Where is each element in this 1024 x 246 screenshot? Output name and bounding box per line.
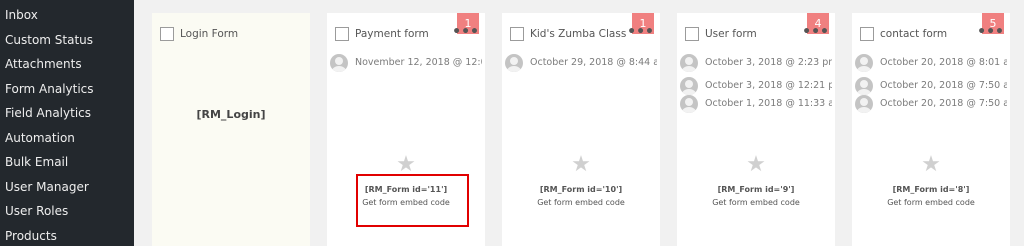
- select-checkbox[interactable]: [860, 27, 874, 41]
- card-title: User form: [705, 28, 757, 40]
- sidebar-item-user-manager[interactable]: User Manager: [0, 175, 134, 199]
- card-header: Payment form •••: [335, 24, 479, 44]
- sidebar-item-products[interactable]: Products: [0, 224, 134, 246]
- form-card-contact[interactable]: 5 contact form ••• October 20, 2018 @ 8:…: [852, 13, 1010, 246]
- avatar: [330, 54, 348, 72]
- embed-code-link[interactable]: Get form embed code: [502, 198, 660, 207]
- avatar: [855, 95, 873, 113]
- star-icon[interactable]: ★: [677, 153, 835, 177]
- submission-row[interactable]: October 3, 2018 @ 2:23 pm: [680, 54, 832, 74]
- avatar: [855, 77, 873, 95]
- form-shortcode: [RM_Form id='10']: [539, 185, 623, 194]
- submission-row[interactable]: October 20, 2018 @ 7:50 am: [855, 95, 1007, 115]
- more-options-icon[interactable]: •••: [802, 24, 829, 40]
- form-shortcode: [RM_Form id='9']: [717, 185, 795, 194]
- avatar: [505, 54, 523, 72]
- star-icon[interactable]: ★: [852, 153, 1010, 177]
- star-icon[interactable]: ★: [502, 153, 660, 177]
- submission-date: October 3, 2018 @ 2:23 pm: [705, 57, 832, 68]
- form-card-login[interactable]: Login Form [RM_Login]: [152, 13, 310, 246]
- card-header: Login Form: [160, 26, 304, 44]
- submission-date: October 20, 2018 @ 8:01 am: [880, 57, 1007, 68]
- card-title: contact form: [880, 28, 948, 40]
- card-header: contact form •••: [860, 24, 1004, 44]
- sidebar-item-automation[interactable]: Automation: [0, 126, 134, 150]
- sidebar-item-user-roles[interactable]: User Roles: [0, 199, 134, 223]
- sidebar-item-inbox[interactable]: Inbox: [0, 3, 134, 27]
- avatar: [680, 54, 698, 72]
- submission-row[interactable]: October 20, 2018 @ 8:01 am: [855, 54, 1007, 74]
- more-options-icon[interactable]: •••: [452, 24, 479, 40]
- sidebar-item-attachments[interactable]: Attachments: [0, 52, 134, 76]
- login-shortcode: [RM_Login]: [196, 108, 266, 121]
- submission-date: October 3, 2018 @ 12:21 pm: [705, 80, 832, 91]
- card-header: User form •••: [685, 24, 829, 44]
- form-shortcode: [RM_Form id='8']: [892, 185, 970, 194]
- submission-date: October 1, 2018 @ 11:33 am: [705, 98, 832, 109]
- avatar: [680, 77, 698, 95]
- submission-row[interactable]: October 20, 2018 @ 7:50 am: [855, 77, 1007, 97]
- submission-date: October 20, 2018 @ 7:50 am: [880, 80, 1007, 91]
- embed-code-link[interactable]: Get form embed code: [677, 198, 835, 207]
- avatar: [855, 54, 873, 72]
- card-title: Payment form: [355, 28, 429, 40]
- submission-row[interactable]: October 29, 2018 @ 8:44 am: [505, 54, 657, 74]
- sidebar-item-field-analytics[interactable]: Field Analytics: [0, 101, 134, 125]
- card-title: Login Form: [180, 28, 239, 40]
- submission-date: November 12, 2018 @ 12:0...: [355, 57, 482, 68]
- card-header: Kid's Zumba Class •••: [510, 24, 654, 44]
- highlight-box: [356, 174, 469, 227]
- sidebar-item-form-analytics[interactable]: Form Analytics: [0, 77, 134, 101]
- select-checkbox[interactable]: [335, 27, 349, 41]
- submission-row[interactable]: November 12, 2018 @ 12:0...: [330, 54, 482, 74]
- sidebar-item-bulk-email[interactable]: Bulk Email: [0, 150, 134, 174]
- form-card-user[interactable]: 4 User form ••• October 3, 2018 @ 2:23 p…: [677, 13, 835, 246]
- embed-code-link[interactable]: Get form embed code: [852, 198, 1010, 207]
- submission-row[interactable]: October 3, 2018 @ 12:21 pm: [680, 77, 832, 97]
- admin-sidebar: Inbox Custom Status Attachments Form Ana…: [0, 0, 134, 246]
- form-card-payment[interactable]: 1 Payment form ••• November 12, 2018 @ 1…: [327, 13, 485, 246]
- more-options-icon[interactable]: •••: [627, 24, 654, 40]
- avatar: [680, 95, 698, 113]
- card-title: Kid's Zumba Class: [530, 28, 627, 40]
- sidebar-item-custom-status[interactable]: Custom Status: [0, 28, 134, 52]
- submission-date: October 20, 2018 @ 7:50 am: [880, 98, 1007, 109]
- submission-date: October 29, 2018 @ 8:44 am: [530, 57, 657, 68]
- select-checkbox[interactable]: [160, 27, 174, 41]
- form-card-zumba[interactable]: 1 Kid's Zumba Class ••• October 29, 2018…: [502, 13, 660, 246]
- submission-row[interactable]: October 1, 2018 @ 11:33 am: [680, 95, 832, 115]
- more-options-icon[interactable]: •••: [977, 24, 1004, 40]
- select-checkbox[interactable]: [510, 27, 524, 41]
- select-checkbox[interactable]: [685, 27, 699, 41]
